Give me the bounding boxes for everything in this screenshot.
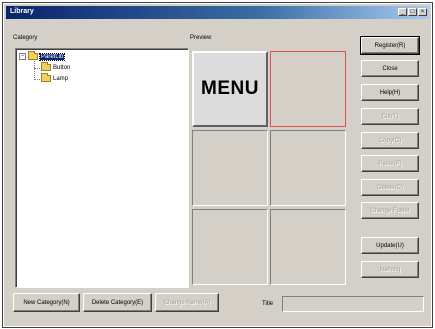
preview-cell[interactable]	[192, 130, 268, 206]
delete-category-button[interactable]: Delete Category(E)	[83, 293, 152, 312]
paste-button[interactable]: Paste(P)	[361, 155, 419, 172]
help-button[interactable]: Help(H)	[361, 84, 419, 101]
minimize-button[interactable]: _	[398, 8, 407, 16]
preview-cell[interactable]	[192, 209, 268, 285]
library-window: Library _ □ × Category Preview − ParetLi…	[2, 2, 433, 328]
tree-connector	[34, 61, 35, 80]
naming-button[interactable]: Naming	[361, 261, 419, 278]
preview-label: Preview	[190, 35, 212, 41]
title-bar[interactable]: Library _ □ ×	[6, 6, 429, 19]
folder-icon	[41, 73, 51, 82]
preview-cell[interactable]	[270, 51, 346, 127]
close-window-button[interactable]: ×	[418, 8, 427, 16]
titlebar-buttons: _ □ ×	[398, 8, 427, 16]
window-title: Library	[10, 8, 34, 15]
tree-node-label[interactable]: Lamp	[53, 76, 68, 82]
title-field[interactable]	[282, 296, 424, 312]
tree-connector	[34, 79, 40, 80]
category-label: Category	[13, 35, 38, 41]
tree-node-label[interactable]: ParetLib	[38, 52, 66, 61]
copy-button[interactable]: Copy(C)	[361, 132, 419, 149]
tree-node-button[interactable]: Button	[41, 62, 70, 71]
preview-cell[interactable]: MENU	[192, 51, 268, 127]
update-button[interactable]: Update(U)	[361, 237, 419, 254]
register-button[interactable]: Register(R)	[360, 36, 420, 55]
folder-open-icon	[28, 51, 38, 60]
new-category-button[interactable]: New Category(N)	[13, 293, 80, 312]
category-tree[interactable]: − ParetLib Button Lamp	[15, 48, 189, 288]
maximize-button[interactable]: □	[408, 8, 417, 16]
title-label: Title	[262, 301, 274, 307]
collapse-icon[interactable]: −	[19, 53, 26, 60]
tree-node-label[interactable]: Button	[53, 65, 70, 71]
folder-icon	[41, 62, 51, 71]
tree-node-root[interactable]: − ParetLib	[19, 51, 66, 61]
tree-node-lamp[interactable]: Lamp	[41, 73, 68, 82]
preview-item-text: MENU	[201, 78, 259, 99]
preview-cell[interactable]	[270, 130, 346, 206]
change-folder-button[interactable]: Change Folder	[361, 202, 419, 219]
close-button[interactable]: Close	[361, 60, 419, 77]
preview-cell[interactable]	[270, 209, 346, 285]
tree-connector	[34, 68, 40, 69]
change-name-button[interactable]: Change Name(A)	[155, 293, 219, 312]
delete-button[interactable]: Delete(D)	[361, 179, 419, 196]
cut-button[interactable]: Cut(T)	[361, 108, 419, 125]
